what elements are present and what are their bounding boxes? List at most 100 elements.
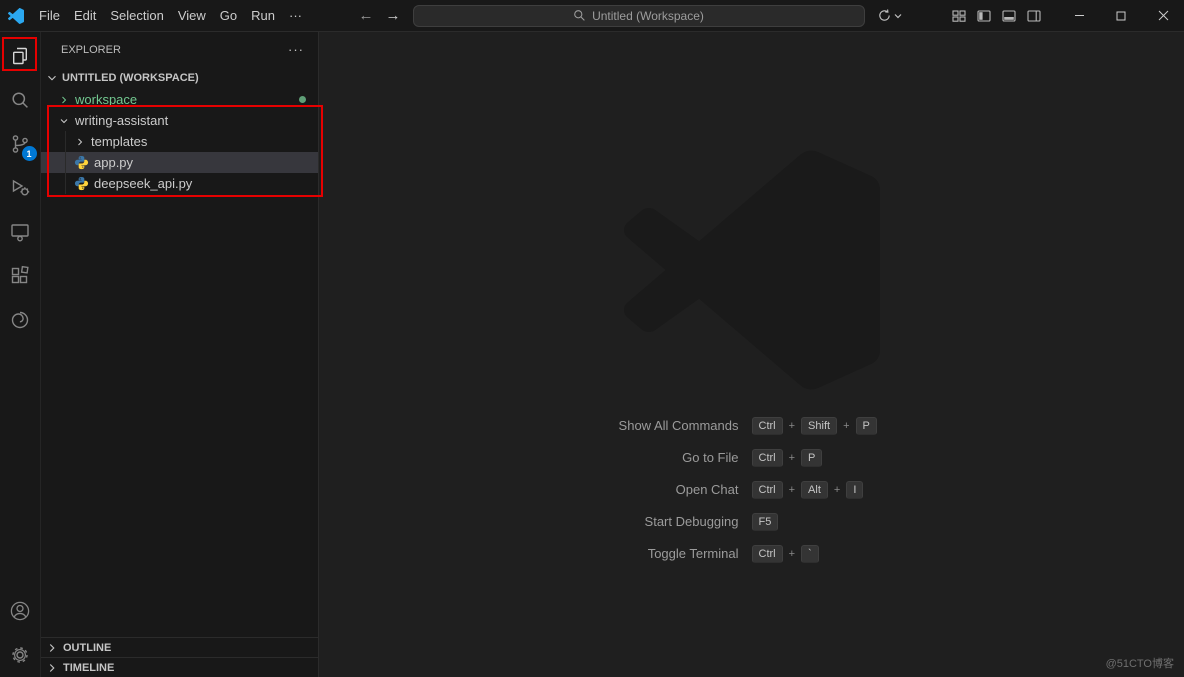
chevron-right-icon	[45, 641, 59, 655]
python-file-icon	[74, 176, 89, 191]
source-control-icon[interactable]: 1	[0, 122, 41, 166]
toggle-panel-icon[interactable]	[1001, 8, 1017, 24]
menu-selection[interactable]: Selection	[103, 5, 170, 26]
watermark-credit: @51CTO博客	[1106, 655, 1174, 671]
plus-sign: +	[834, 484, 840, 496]
minimize-button[interactable]	[1058, 0, 1100, 32]
menu-view[interactable]: View	[171, 5, 213, 26]
nav-back-button[interactable]: ←	[359, 8, 374, 23]
vscode-watermark-logo	[624, 150, 880, 390]
vscode-logo-icon	[8, 8, 24, 24]
git-modified-dot	[299, 96, 306, 103]
outline-label: OUTLINE	[63, 642, 111, 654]
folder-row-workspace[interactable]: workspace	[41, 89, 318, 110]
sidebar-header: EXPLORER ···	[41, 32, 318, 67]
plus-sign: +	[789, 484, 795, 496]
shortcut-row: Toggle Terminal Ctrl+`	[319, 544, 1184, 563]
folder-label: writing-assistant	[75, 113, 168, 128]
launch-profile-dropdown[interactable]	[877, 8, 902, 23]
folder-label: templates	[91, 134, 147, 149]
python-file-icon	[74, 155, 89, 170]
shortcut-keys: Ctrl+Shift+P	[752, 417, 1052, 435]
title-bar-right	[951, 0, 1184, 32]
shortcut-label: Open Chat	[452, 482, 752, 497]
file-label: app.py	[94, 155, 133, 170]
nav-forward-button[interactable]: →	[386, 8, 401, 23]
extension-tool-icon[interactable]	[0, 298, 41, 342]
folder-row-writing-assistant[interactable]: writing-assistant	[41, 110, 318, 131]
workbench: 1 EXPLORER ··· UNTITL	[0, 32, 1184, 677]
chevron-right-icon	[74, 136, 86, 148]
explorer-sidebar: EXPLORER ··· UNTITLED (WORKSPACE) worksp…	[41, 32, 319, 677]
maximize-button[interactable]	[1100, 0, 1142, 32]
sidebar-more-actions[interactable]: ···	[288, 42, 304, 57]
editor-area: Show All Commands Ctrl+Shift+P Go to Fil…	[319, 32, 1184, 677]
shortcut-keys: Ctrl+`	[752, 545, 1052, 563]
source-control-badge: 1	[22, 146, 37, 161]
shortcut-label: Go to File	[452, 450, 752, 465]
chevron-down-icon	[45, 71, 59, 85]
folder-row-templates[interactable]: templates	[41, 131, 318, 152]
key: Ctrl	[752, 449, 783, 467]
title-bar: File Edit Selection View Go Run ··· ← → …	[0, 0, 1184, 32]
workspace-section-header[interactable]: UNTITLED (WORKSPACE)	[41, 67, 318, 89]
run-and-debug-icon[interactable]	[0, 166, 41, 210]
command-center-search[interactable]: Untitled (Workspace)	[413, 5, 865, 27]
key: P	[801, 449, 822, 467]
accounts-icon[interactable]	[0, 589, 41, 633]
key: P	[856, 417, 877, 435]
outline-section-header[interactable]: OUTLINE	[41, 637, 318, 657]
shortcut-row: Start Debugging F5	[319, 512, 1184, 531]
settings-gear-icon[interactable]	[0, 633, 41, 677]
shortcut-label: Start Debugging	[452, 514, 752, 529]
file-label: deepseek_api.py	[94, 176, 192, 191]
shortcut-keys: F5	[752, 513, 1052, 531]
refresh-icon	[877, 8, 892, 23]
menu-edit[interactable]: Edit	[67, 5, 103, 26]
search-sidebar-icon[interactable]	[0, 78, 41, 122]
search-text: Untitled (Workspace)	[592, 9, 704, 23]
search-icon	[573, 9, 586, 22]
explorer-icon[interactable]	[0, 34, 41, 78]
timeline-label: TIMELINE	[63, 662, 114, 674]
shortcut-row: Open Chat Ctrl+Alt+I	[319, 480, 1184, 499]
file-row-app-py[interactable]: app.py	[41, 152, 318, 173]
menu-run[interactable]: Run	[244, 5, 282, 26]
menu-more[interactable]: ···	[282, 5, 309, 26]
activity-bar: 1	[0, 32, 41, 677]
title-bar-center: ← → Untitled (Workspace)	[309, 5, 951, 27]
layout-controls	[951, 8, 1042, 24]
watermark-shortcuts: Show All Commands Ctrl+Shift+P Go to Fil…	[319, 416, 1184, 576]
file-tree: workspace writing-assistant templates	[41, 89, 318, 194]
extensions-icon[interactable]	[0, 254, 41, 298]
toggle-secondary-sidebar-icon[interactable]	[1026, 8, 1042, 24]
toggle-primary-sidebar-icon[interactable]	[976, 8, 992, 24]
chevron-down-icon	[894, 12, 902, 20]
menu-file[interactable]: File	[32, 5, 67, 26]
key: I	[846, 481, 863, 499]
sidebar-title: EXPLORER	[61, 44, 121, 56]
folder-label: workspace	[75, 92, 137, 107]
writing-assistant-children: templates app.py deepseek_api.py	[41, 131, 318, 194]
shortcut-row: Show All Commands Ctrl+Shift+P	[319, 416, 1184, 435]
shortcut-keys: Ctrl + P	[752, 449, 1052, 467]
chevron-right-icon	[45, 661, 59, 675]
shortcut-keys: Ctrl+Alt+I	[752, 481, 1052, 499]
timeline-section-header[interactable]: TIMELINE	[41, 657, 318, 677]
shortcut-label: Show All Commands	[452, 418, 752, 433]
plus-sign: +	[789, 420, 795, 432]
menu-go[interactable]: Go	[213, 5, 244, 26]
close-window-button[interactable]	[1142, 0, 1184, 32]
menu-bar: File Edit Selection View Go Run ···	[32, 5, 309, 26]
key: `	[801, 545, 819, 563]
shortcut-row: Go to File Ctrl + P	[319, 448, 1184, 467]
plus-sign: +	[789, 452, 795, 464]
workspace-section-label: UNTITLED (WORKSPACE)	[62, 72, 199, 84]
key: Ctrl	[752, 417, 783, 435]
shortcut-label: Toggle Terminal	[452, 546, 752, 561]
editor-layout-icon[interactable]	[951, 8, 967, 24]
plus-sign: +	[789, 548, 795, 560]
file-row-deepseek-api-py[interactable]: deepseek_api.py	[41, 173, 318, 194]
remote-explorer-icon[interactable]	[0, 210, 41, 254]
key: F5	[752, 513, 779, 531]
